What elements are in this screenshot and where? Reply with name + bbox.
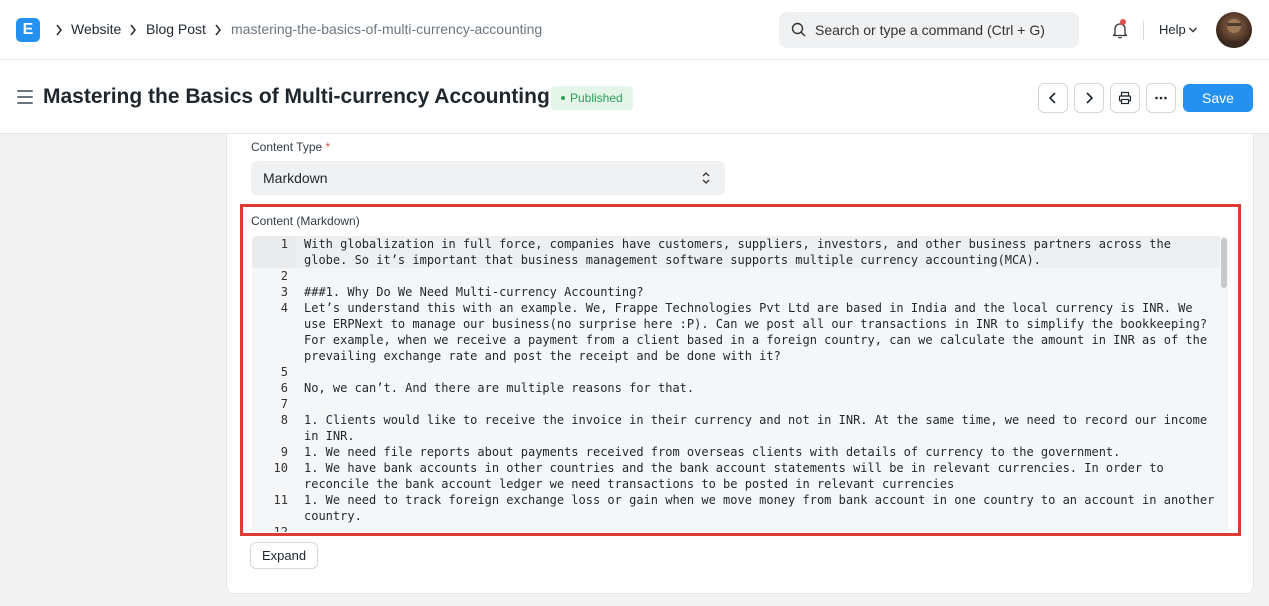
content-type-label: Content Type * bbox=[251, 140, 330, 154]
line-number: 5 bbox=[280, 365, 288, 379]
expand-button[interactable]: Expand bbox=[250, 542, 318, 569]
chevron-right-icon bbox=[130, 24, 137, 36]
code-line: in INR. bbox=[304, 429, 355, 443]
chevron-down-icon bbox=[1189, 27, 1197, 33]
help-menu[interactable]: Help bbox=[1159, 22, 1186, 37]
content-type-label-text: Content Type bbox=[251, 140, 323, 154]
line-number: 7 bbox=[280, 397, 288, 411]
code-line: 1. We need to track foreign exchange los… bbox=[304, 493, 1215, 507]
line-number: 10 bbox=[273, 461, 288, 475]
code-line: No, we can’t. And there are multiple rea… bbox=[304, 381, 695, 395]
line-number: 1 bbox=[280, 237, 288, 251]
code-line: With globalization in full force, compan… bbox=[304, 237, 1171, 251]
code-line: reconcile the bank account ledger we nee… bbox=[304, 477, 955, 491]
breadcrumb-blog-post[interactable]: Blog Post bbox=[146, 21, 206, 37]
select-arrows-icon bbox=[702, 172, 710, 184]
content-type-value: Markdown bbox=[263, 170, 328, 186]
page-title: Mastering the Basics of Multi-currency A… bbox=[43, 85, 550, 108]
code-line: use ERPNext to manage our business(no su… bbox=[304, 317, 1208, 331]
search-icon bbox=[791, 22, 806, 37]
line-number: 6 bbox=[280, 381, 288, 395]
code-line: 1. Clients would like to receive the inv… bbox=[304, 413, 1208, 427]
status-badge: Published bbox=[551, 86, 633, 110]
chevron-right-icon bbox=[56, 24, 63, 36]
code-line: 1. We have bank accounts in other countr… bbox=[304, 461, 1164, 475]
save-button[interactable]: Save bbox=[1183, 84, 1253, 112]
ellipsis-icon bbox=[1155, 96, 1167, 100]
search-placeholder: Search or type a command (Ctrl + G) bbox=[815, 22, 1045, 38]
code-line: country. bbox=[304, 509, 362, 523]
line-number: 12 bbox=[273, 525, 288, 532]
content-type-select[interactable]: Markdown bbox=[251, 161, 725, 195]
code-line: For example, when we receive a payment f… bbox=[304, 333, 1208, 347]
previous-record-button[interactable] bbox=[1038, 83, 1068, 113]
search-bar[interactable]: Search or type a command (Ctrl + G) bbox=[779, 12, 1079, 48]
print-button[interactable] bbox=[1110, 83, 1140, 113]
breadcrumb-current-page[interactable]: mastering-the-basics-of-multi-currency-a… bbox=[231, 21, 542, 37]
navbar-divider bbox=[1143, 20, 1144, 40]
line-number: 3 bbox=[280, 285, 288, 299]
editor-scrollbar-thumb[interactable] bbox=[1221, 238, 1227, 288]
markdown-code-editor[interactable]: 1 2 3 4 5 6 7 8 9 10 11 12 With globaliz… bbox=[252, 236, 1228, 532]
line-number: 9 bbox=[280, 445, 288, 459]
sidebar-toggle-icon[interactable] bbox=[17, 90, 33, 104]
code-line: 1. We need file reports about payments r… bbox=[304, 445, 1121, 459]
status-label: Published bbox=[570, 91, 623, 105]
app-logo[interactable]: E bbox=[16, 18, 40, 42]
line-number: 11 bbox=[273, 493, 288, 507]
page-header: Mastering the Basics of Multi-currency A… bbox=[0, 60, 1269, 134]
line-number: 4 bbox=[280, 301, 288, 315]
chevron-right-icon bbox=[215, 24, 222, 36]
more-actions-button[interactable] bbox=[1146, 83, 1176, 113]
next-record-button[interactable] bbox=[1074, 83, 1104, 113]
code-line: prevailing exchange rate and post the re… bbox=[304, 349, 781, 363]
line-number: 8 bbox=[280, 413, 288, 427]
status-dot bbox=[561, 95, 565, 100]
required-mark: * bbox=[325, 140, 331, 154]
chevron-left-icon bbox=[1048, 92, 1056, 104]
user-avatar[interactable] bbox=[1216, 12, 1252, 48]
printer-icon bbox=[1118, 91, 1132, 105]
line-number: 2 bbox=[280, 269, 288, 283]
top-navbar: E Website Blog Post mastering-the-basics… bbox=[0, 0, 1269, 60]
code-line: Let’s understand this with an example. W… bbox=[304, 301, 1193, 315]
code-line: ###1. Why Do We Need Multi-currency Acco… bbox=[304, 285, 644, 299]
content-field-label: Content (Markdown) bbox=[251, 214, 360, 228]
code-line: globe. So it’s important that business m… bbox=[304, 253, 1041, 267]
chevron-right-icon bbox=[1086, 92, 1094, 104]
notification-dot bbox=[1120, 19, 1126, 25]
breadcrumb-website[interactable]: Website bbox=[71, 21, 121, 37]
